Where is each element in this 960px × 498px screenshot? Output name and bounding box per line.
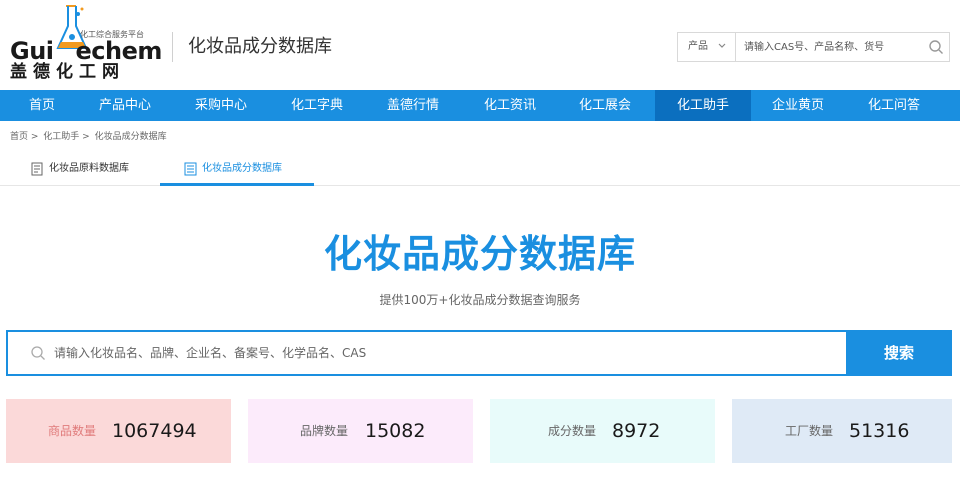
stat-label: 工厂数量 (785, 424, 834, 438)
stat-label: 商品数量 (48, 424, 97, 438)
main-search: 搜索 (6, 330, 952, 376)
stat-label: 成分数量 (548, 424, 597, 438)
stat-card-ingredients: 成分数量 8972 (490, 399, 715, 463)
search-category-select[interactable]: 产品 (678, 33, 736, 61)
tab-raw-materials[interactable]: 化妆品原料数据库 (31, 156, 129, 186)
search-category-value: 产品 (688, 41, 708, 52)
nav-item-news[interactable]: 化工资讯 (462, 90, 558, 121)
breadcrumb-home[interactable]: 首页 > (10, 132, 38, 142)
search-button[interactable]: 搜索 (846, 330, 952, 376)
hero-title: 化妆品成分数据库 (323, 232, 636, 276)
stat-card-brands: 品牌数量 15082 (248, 399, 473, 463)
site-title: 化妆品成分数据库 (188, 36, 332, 57)
stat-value: 1067494 (112, 420, 197, 442)
hero-subtitle: 提供100万+化妆品成分数据查询服务 (379, 293, 581, 307)
header: 化工综合服务平台 Gui echem 盖德化工网 化妆品成分数据库 产品 (0, 0, 960, 90)
stat-value: 8972 (612, 420, 661, 442)
nav-item-market[interactable]: 盖德行情 (365, 90, 461, 121)
list-icon (184, 162, 197, 176)
site-logo[interactable]: 化工综合服务平台 Gui echem 盖德化工网 (8, 4, 162, 82)
main-nav: 首页 产品中心 采购中心 化工字典 盖德行情 化工资讯 化工展会 化工助手 企业… (0, 90, 960, 121)
tab-raw-materials-label: 化妆品原料数据库 (49, 163, 129, 174)
document-icon (31, 162, 43, 176)
search-icon (31, 346, 45, 360)
nav-item-products[interactable]: 产品中心 (77, 90, 173, 121)
nav-item-qa[interactable]: 化工问答 (846, 90, 942, 121)
tab-ingredients[interactable]: 化妆品成分数据库 (184, 156, 282, 186)
logo-cn-name: 盖德化工网 (10, 62, 125, 82)
chevron-down-icon (718, 43, 726, 48)
active-tab-indicator (160, 183, 314, 186)
logo-wordmark: Gui echem (10, 37, 162, 65)
logo-word-part1: Gui (10, 37, 54, 65)
header-search: 产品 (677, 32, 950, 62)
nav-item-dictionary[interactable]: 化工字典 (269, 90, 365, 121)
tab-ingredients-label: 化妆品成分数据库 (202, 163, 282, 174)
stat-card-factories: 工厂数量 51316 (732, 399, 952, 463)
stat-value: 51316 (849, 420, 910, 442)
database-tabs: 化妆品原料数据库 化妆品成分数据库 (0, 156, 960, 186)
header-search-input[interactable] (736, 33, 921, 61)
breadcrumb-current: 化妆品成分数据库 (94, 132, 167, 142)
main-search-input[interactable] (50, 332, 840, 374)
logo-word-part2: echem (75, 37, 163, 65)
nav-item-purchase[interactable]: 采购中心 (173, 90, 269, 121)
search-icon[interactable] (928, 39, 944, 55)
stat-label: 品牌数量 (300, 424, 349, 438)
header-divider (172, 32, 173, 62)
nav-item-assistant[interactable]: 化工助手 (655, 90, 751, 121)
breadcrumb-assistant[interactable]: 化工助手 > (43, 132, 89, 142)
nav-item-exhibition[interactable]: 化工展会 (557, 90, 653, 121)
nav-item-yellow-pages[interactable]: 企业黄页 (750, 90, 846, 121)
stat-card-products: 商品数量 1067494 (6, 399, 231, 463)
stat-value: 15082 (365, 420, 426, 442)
breadcrumb: 首页 > 化工助手 > 化妆品成分数据库 (10, 131, 169, 143)
